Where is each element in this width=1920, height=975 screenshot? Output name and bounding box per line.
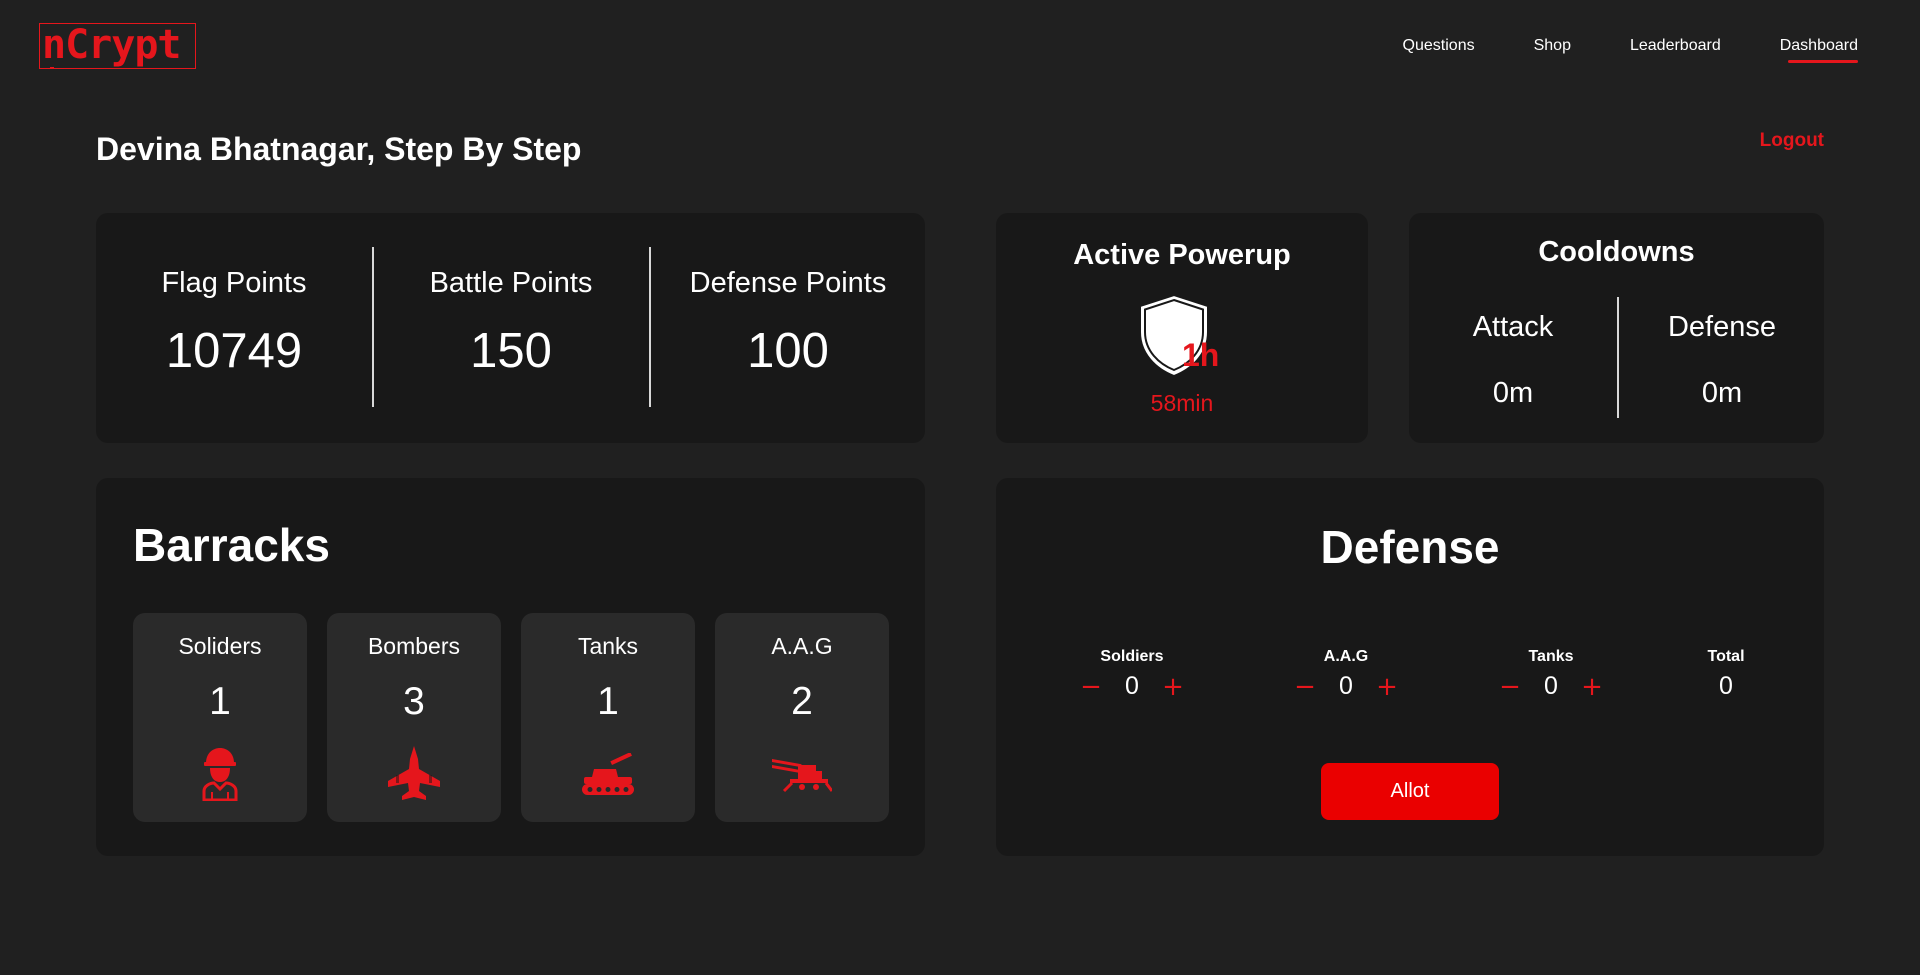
unit-label: Tanks <box>577 633 639 659</box>
defense-cooldown: Defense 0m <box>1618 311 1826 410</box>
alloc-value: 0 <box>1339 672 1353 700</box>
allot-button[interactable]: Allot <box>1321 763 1499 820</box>
alloc-soldiers: Soldiers − 0 + <box>1057 648 1207 701</box>
powerup-hours: 1h <box>1182 337 1220 373</box>
unit-label: Bombers <box>367 633 461 659</box>
soldier-icon <box>202 748 238 801</box>
stat-label: Flag Points <box>161 267 307 299</box>
nav-links: Questions Shop Leaderboard Dashboard <box>1344 36 1859 66</box>
ncrypt-logo[interactable]: nCrypt <box>39 23 196 69</box>
tank-icon <box>582 753 634 795</box>
increment-tanks-button[interactable]: + <box>1578 673 1606 701</box>
increment-aag-button[interactable]: + <box>1373 673 1401 701</box>
stat-label: Defense Points <box>689 267 887 299</box>
unit-tile-aag: A.A.G 2 <box>715 613 889 822</box>
unit-tile-bombers: Bombers 3 <box>327 613 501 822</box>
nav-link-dashboard[interactable]: Dashboard <box>1780 36 1859 66</box>
logo-dot <box>50 67 54 68</box>
unit-tile-tanks: Tanks 1 <box>521 613 695 822</box>
unit-count: 1 <box>209 680 231 723</box>
nav-link-leaderboard[interactable]: Leaderboard <box>1630 36 1721 66</box>
increment-soldiers-button[interactable]: + <box>1159 673 1187 701</box>
attack-cooldown: Attack 0m <box>1409 311 1617 410</box>
alloc-label: Soldiers <box>1100 648 1164 665</box>
navbar: nCrypt Questions Shop Leaderboard Dashbo… <box>0 0 1920 95</box>
barracks-title: Barracks <box>133 519 330 571</box>
flag-points-stat: Flag Points 10749 <box>96 267 372 379</box>
powerup-minutes: 58min <box>1150 390 1214 416</box>
alloc-tanks: Tanks − 0 + <box>1476 648 1626 701</box>
unit-label: A.A.G <box>771 633 833 659</box>
points-card: Flag Points 10749 Battle Points 150 Defe… <box>96 213 925 443</box>
decrement-soldiers-button[interactable]: − <box>1077 673 1105 701</box>
alloc-label: Total <box>1707 648 1745 665</box>
stat-value: 150 <box>470 324 552 378</box>
battle-points-stat: Battle Points 150 <box>373 267 649 379</box>
unit-label: Soliders <box>178 633 262 659</box>
cooldown-label: Defense <box>1667 311 1776 343</box>
logout-button[interactable]: Logout <box>1760 130 1824 152</box>
cooldowns-title: Cooldowns <box>1538 236 1695 268</box>
active-powerup-card: Active Powerup 1h 58min <box>996 213 1368 443</box>
cooldown-value: 0m <box>1701 377 1743 409</box>
stat-value: 100 <box>747 324 829 378</box>
unit-count: 1 <box>597 680 619 723</box>
powerup-title: Active Powerup <box>1073 239 1291 271</box>
alloc-aag: A.A.G − 0 + <box>1271 648 1421 701</box>
nav-link-shop[interactable]: Shop <box>1534 36 1571 66</box>
decrement-tanks-button[interactable]: − <box>1496 673 1524 701</box>
team-title: Devina Bhatnagar, Step By Step <box>96 131 582 167</box>
unit-count: 3 <box>403 680 425 723</box>
cooldown-label: Attack <box>1472 311 1554 343</box>
logo-text: nCrypt <box>42 23 181 68</box>
bomber-jet-icon <box>388 746 440 800</box>
stat-value: 10749 <box>165 324 303 378</box>
defense-title: Defense <box>1320 521 1500 573</box>
defense-card: Defense Soldiers − 0 + A.A.G − 0 + Tanks… <box>996 478 1824 856</box>
barracks-card: Barracks Soliders 1 Bombers 3 Tanks 1 A.… <box>96 478 925 856</box>
stat-label: Battle Points <box>429 267 593 299</box>
unit-tile-soldiers: Soliders 1 <box>133 613 307 822</box>
total-value: 0 <box>1719 672 1733 700</box>
alloc-label: Tanks <box>1528 648 1574 665</box>
cooldown-value: 0m <box>1492 377 1534 409</box>
alloc-value: 0 <box>1125 672 1139 700</box>
nav-link-questions[interactable]: Questions <box>1403 36 1475 66</box>
cooldowns-card: Cooldowns Attack 0m Defense 0m <box>1409 213 1824 443</box>
anti-aircraft-gun-icon <box>772 759 832 793</box>
alloc-total: Total 0 <box>1651 648 1801 701</box>
unit-count: 2 <box>791 680 813 723</box>
decrement-aag-button[interactable]: − <box>1291 673 1319 701</box>
alloc-value: 0 <box>1544 672 1558 700</box>
defense-points-stat: Defense Points 100 <box>650 267 926 379</box>
alloc-label: A.A.G <box>1323 648 1369 665</box>
